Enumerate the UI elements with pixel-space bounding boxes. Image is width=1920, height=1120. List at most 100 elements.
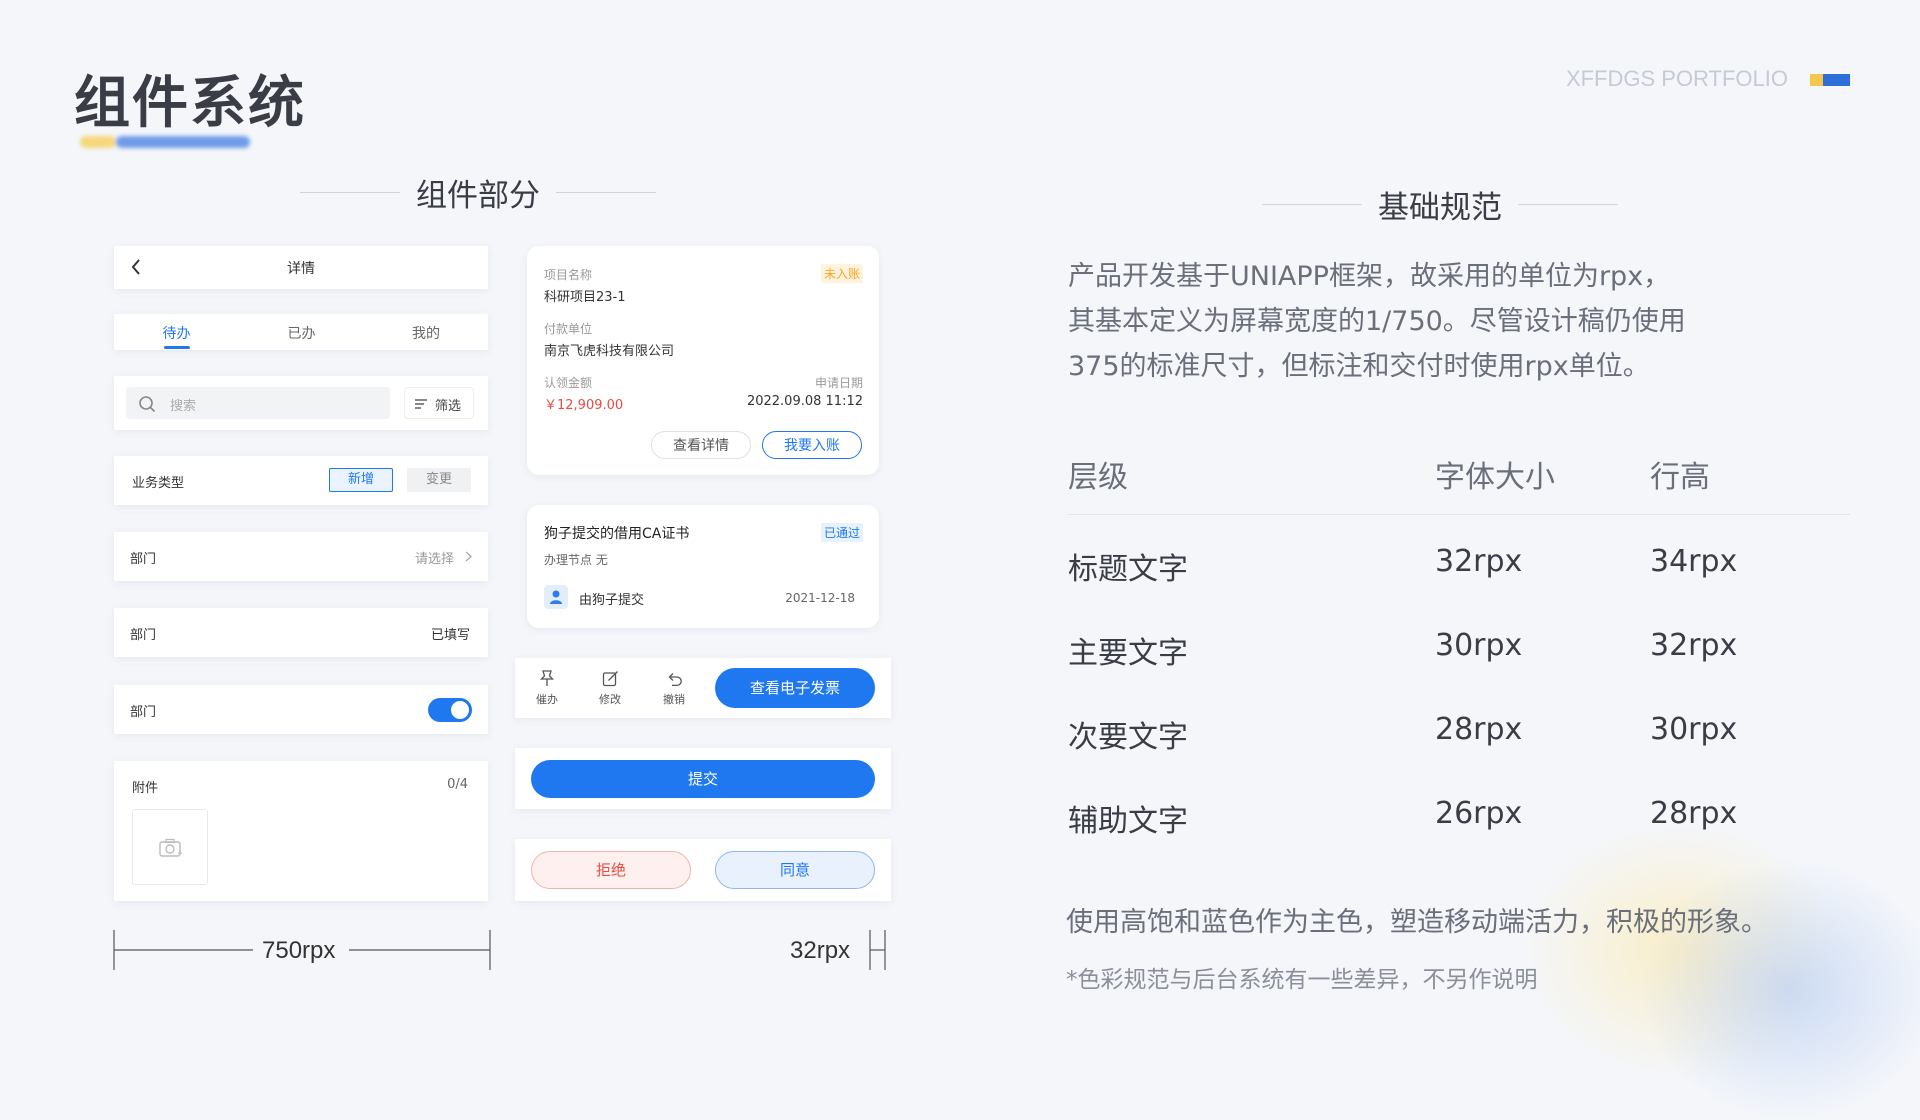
action-bar: 催办 修改 撤销 查看电子发票 [515,658,891,718]
edit-action[interactable]: 修改 [588,668,632,712]
user-icon [550,590,562,604]
table-cell-line-height: 30rpx [1650,712,1738,747]
reject-button[interactable]: 拒绝 [531,851,691,889]
avatar [544,585,568,609]
view-invoice-button[interactable]: 查看电子发票 [715,668,875,708]
cert-submitter: 由狗子提交 [579,593,645,608]
camera-icon [159,838,182,857]
status-badge: 已通过 [820,523,863,542]
table-header-font-size: 字体大小 [1435,460,1555,495]
dept-label: 部门 [130,705,157,720]
table-divider [1068,514,1850,515]
upload-photo-button[interactable] [132,809,208,885]
dept-toggle-switch[interactable] [428,698,472,722]
table-cell-line-height: 28rpx [1650,796,1738,831]
margin-dimension-label: 32rpx [790,937,851,964]
dept-select-row[interactable]: 部门 请选择 [114,532,488,581]
divider [1262,204,1362,205]
pin-icon [539,670,555,686]
tab-done[interactable]: 已办 [239,323,364,343]
search-icon [139,396,156,413]
table-cell-font-size: 28rpx [1435,712,1523,747]
tab-bar: 待办 已办 我的 [114,314,488,350]
title-underline-blue [116,136,250,148]
footnote: *色彩规范与后台系统有一些差异，不另作说明 [1066,967,1538,993]
components-section-title: 组件部分 [416,178,540,214]
search-placeholder: 搜索 [170,399,197,414]
date-value: 2022.09.08 11:12 [746,394,863,409]
dept-filled-value: 已填写 [430,628,470,643]
attachment-count: 0/4 [447,777,468,792]
business-type-label: 业务类型 [132,476,185,491]
page-title: 组件系统 [74,71,306,136]
filter-icon [415,399,427,409]
search-input[interactable]: 搜索 [126,387,390,419]
project-card: 未入账 项目名称 科研项目23-1 付款单位 南京飞虎科技有限公司 认领金额 ￥… [527,246,879,475]
nav-title: 详情 [287,261,315,277]
table-header-level: 层级 [1068,460,1128,495]
dept-filled-row[interactable]: 部门 已填写 [114,608,488,657]
spec-paragraph: 产品开发基于UNIAPP框架，故采用的单位为rpx， 其基本定义为屏幕宽度的1/… [1068,254,1828,389]
table-cell-level: 次要文字 [1068,720,1188,755]
attachment-card: 附件 0/4 [114,761,488,901]
background-glow-blue [1640,860,1920,1120]
submit-bar: 提交 [515,748,891,809]
amount-label: 认领金额 [544,376,593,390]
submit-button[interactable]: 提交 [531,760,875,798]
status-badge: 未入账 [820,264,863,283]
divider [1518,204,1618,205]
table-cell-font-size: 30rpx [1435,628,1523,663]
decision-bar: 拒绝 同意 [515,839,891,901]
spec-paragraph-line: 其基本定义为屏幕宽度的1/750。尽管设计稿仍使用 [1068,306,1686,337]
revoke-action[interactable]: 撤销 [652,668,696,712]
cert-title: 狗子提交的借用CA证书 [544,526,690,542]
spec-paragraph-line: 产品开发基于UNIAPP框架，故采用的单位为rpx， [1068,261,1671,292]
divider [300,192,400,193]
margin-dimension-line [869,930,886,970]
project-name: 科研项目23-1 [544,290,626,305]
payer-label: 付款单位 [544,322,593,336]
revoke-label: 撤销 [663,693,685,706]
urge-action[interactable]: 催办 [525,668,569,712]
filter-button[interactable]: 筛选 [404,387,474,419]
view-detail-button[interactable]: 查看详情 [651,431,751,459]
undo-icon [668,673,682,687]
toggle-knob [451,701,469,719]
option-change[interactable]: 变更 [407,468,471,492]
edit-label: 修改 [599,693,621,706]
nav-bar-card: 详情 [114,246,488,289]
table-cell-font-size: 26rpx [1435,796,1523,831]
date-label: 申请日期 [814,376,863,390]
table-cell-line-height: 32rpx [1650,628,1738,663]
components-section-heading: 组件部分 [300,170,656,215]
payer-name: 南京飞虎科技有限公司 [544,344,675,359]
business-type-row: 业务类型 新增 变更 [114,456,488,505]
table-cell-level: 标题文字 [1068,552,1188,587]
brand-mark-blue [1823,74,1850,86]
agree-button[interactable]: 同意 [715,851,875,889]
table-cell-level: 辅助文字 [1068,804,1188,839]
tab-mine[interactable]: 我的 [364,323,488,343]
amount-value: ￥12,909.00 [544,398,624,413]
spec-paragraph-line: 375的标准尺寸，但标注和交付时使用rpx单位。 [1068,351,1650,382]
option-new[interactable]: 新增 [329,468,393,492]
dept-select-value: 请选择 [414,552,454,567]
cert-date: 2021-12-18 [785,591,855,605]
width-dimension-label: 750rpx [262,937,336,964]
spec-section-title: 基础规范 [1378,190,1502,226]
urge-label: 催办 [536,693,558,706]
chevron-right-icon [465,551,472,562]
attachment-label: 附件 [132,781,159,796]
search-card: 搜索 筛选 [114,376,488,430]
dept-label: 部门 [130,628,157,643]
tab-todo[interactable]: 待办 [114,323,239,343]
filter-label: 筛选 [435,399,462,414]
title-underline-yellow [80,136,116,148]
record-account-button[interactable]: 我要入账 [762,431,862,459]
table-header-line-height: 行高 [1650,460,1710,495]
brand-text: XFFDGS PORTFOLIO [1565,66,1788,91]
cert-node: 办理节点 无 [544,553,608,567]
project-name-label: 项目名称 [544,268,593,282]
table-cell-line-height: 34rpx [1650,544,1738,579]
table-cell-font-size: 32rpx [1435,544,1523,579]
